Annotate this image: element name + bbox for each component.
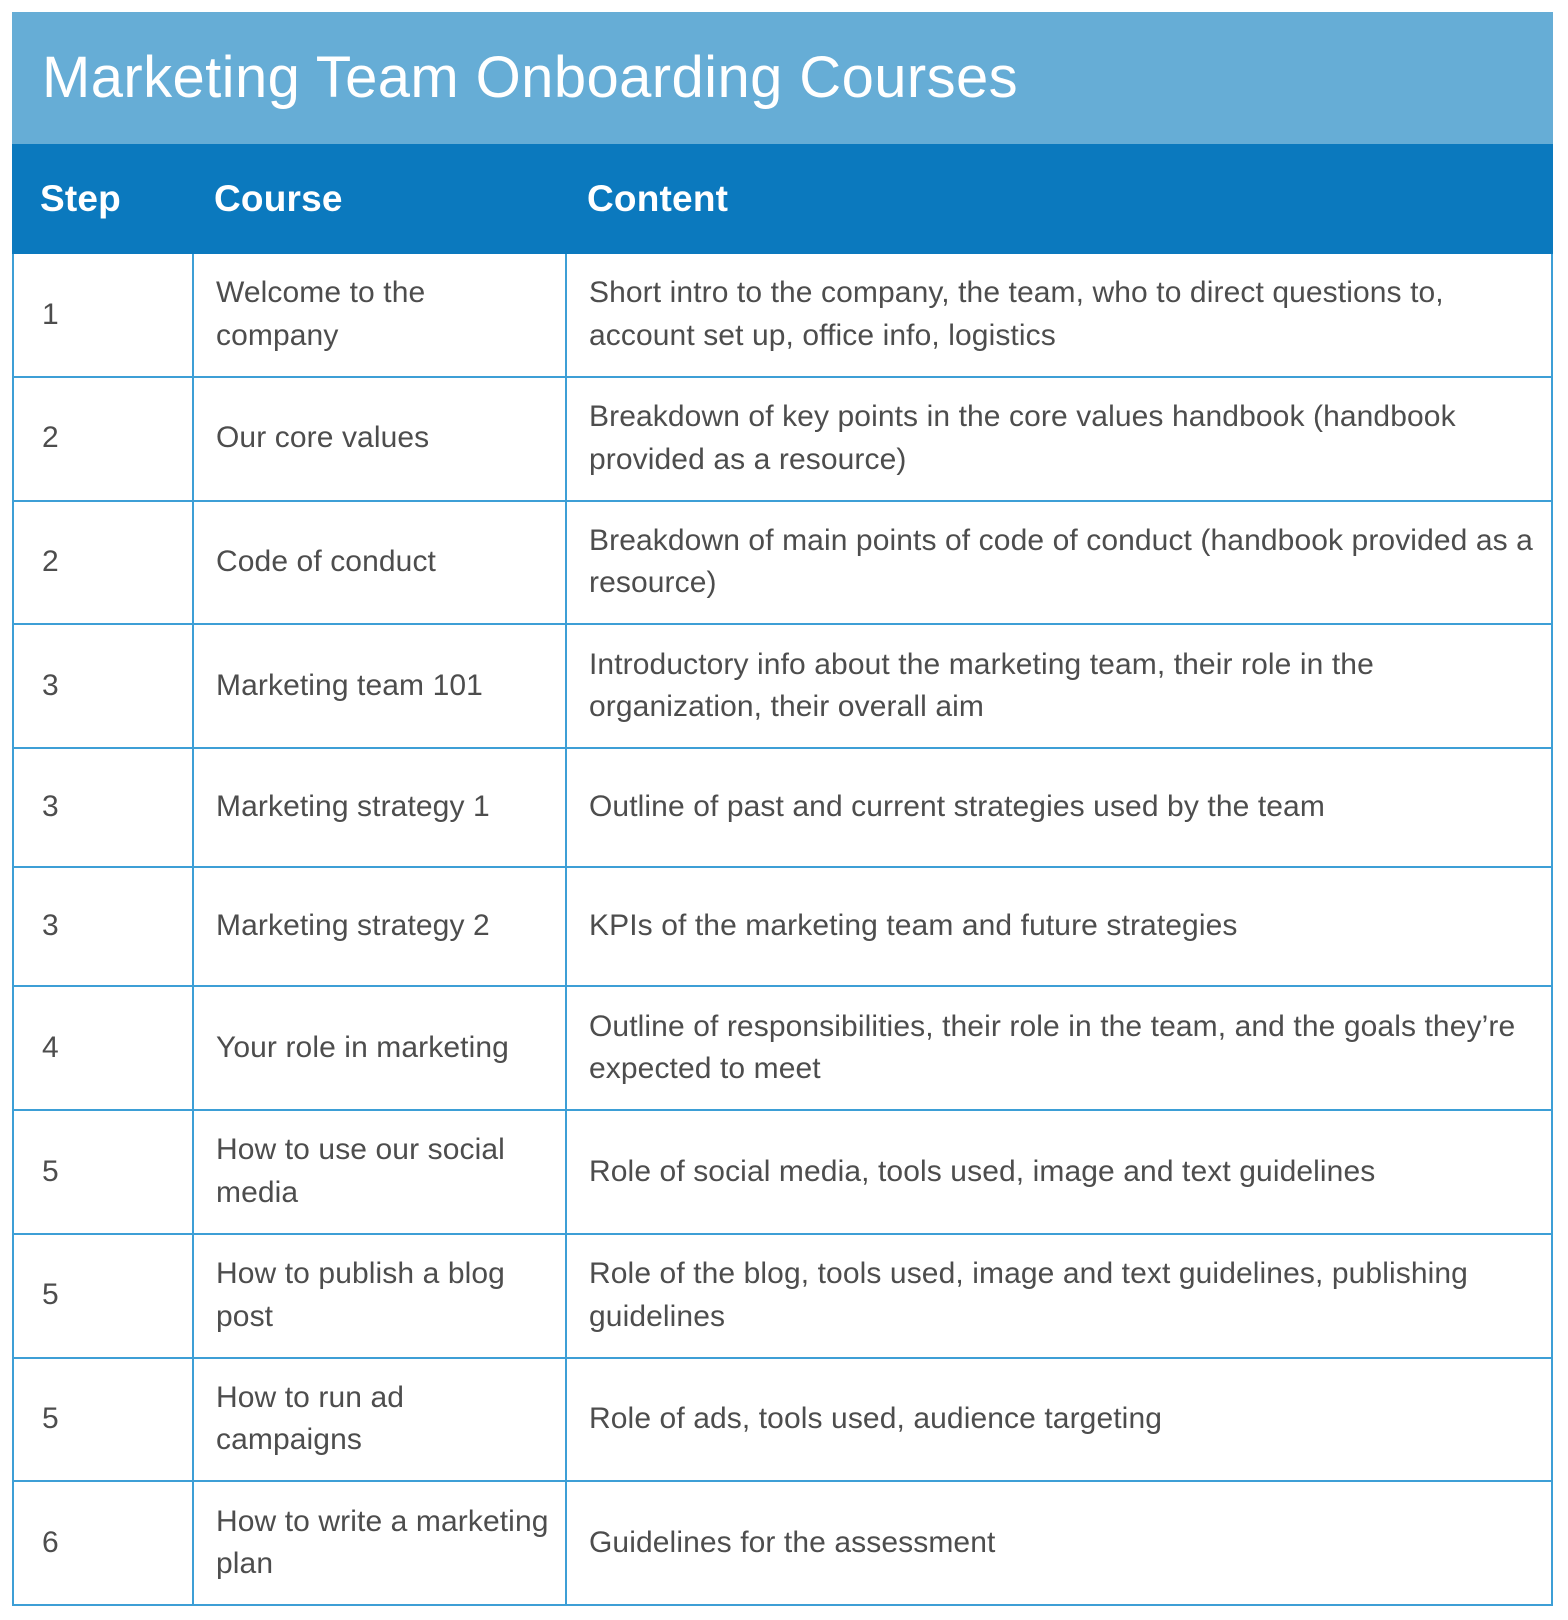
table-body: 1 Welcome to the company Short intro to th… [12, 254, 1553, 1606]
page-title: Marketing Team Onboarding Courses [42, 44, 1019, 110]
cell-course: Welcome to the company [194, 254, 567, 376]
cell-content: Outline of past and current strategies u… [589, 790, 1325, 824]
table-row: 2 Our core values Breakdown of key points … [14, 377, 1551, 502]
cell-content: Guidelines for the assessment [589, 1525, 996, 1559]
cell-step: 2 [14, 377, 194, 500]
cell-step: 2 [14, 501, 194, 624]
cell-course: How to publish a blog post [194, 1234, 567, 1357]
column-header-step: Step [40, 178, 121, 219]
onboarding-courses-table: Marketing Team Onboarding Courses Step C… [12, 12, 1553, 1606]
cell-step: 6 [14, 1482, 194, 1605]
table-row: 3 Marketing strategy 1 Outline of past and… [14, 749, 1551, 869]
cell-course: How to write a marketing plan [194, 1482, 567, 1605]
cell-step: 3 [14, 868, 194, 986]
cell-course: How to run ad campaigns [194, 1358, 567, 1481]
cell-content: Introductory info about the marketing te… [589, 647, 1374, 724]
cell-content: Breakdown of main points of code of cond… [589, 523, 1533, 600]
cell-content: Breakdown of key points in the core valu… [589, 400, 1456, 476]
cell-content: Role of ads, tools used, audience target… [589, 1402, 1163, 1436]
cell-course: Our core values [194, 377, 567, 500]
cell-course: Marketing strategy 1 [194, 749, 567, 867]
cell-course: Marketing strategy 2 [194, 868, 567, 986]
cell-content: Role of the blog, tools used, image and … [589, 1257, 1468, 1333]
cell-content: KPIs of the marketing team and future st… [589, 909, 1238, 943]
table-title-band: Marketing Team Onboarding Courses [12, 12, 1553, 144]
table-row: 4 Your role in marketing Outline of respon… [14, 987, 1551, 1111]
table-row: 1 Welcome to the company Short intro to th… [14, 254, 1551, 378]
cell-course: Code of conduct [194, 501, 567, 624]
cell-content: Short intro to the company, the team, wh… [589, 276, 1444, 352]
table-row: 5 How to use our social media Role of soci… [14, 1110, 1551, 1235]
column-header-content: Content [587, 178, 729, 219]
cell-course: Marketing team 101 [194, 625, 567, 748]
cell-step: 5 [14, 1110, 194, 1233]
table-row: 3 Marketing team 101 Introductory info abo… [14, 625, 1551, 750]
cell-step: 4 [14, 987, 194, 1109]
table-row: 2 Code of conduct Breakdown of main points… [14, 501, 1551, 626]
table-row: 5 How to run ad campaigns Role of ads, too… [14, 1358, 1551, 1483]
table-row: 5 How to publish a blog post Role of the b… [14, 1234, 1551, 1359]
cell-step: 3 [14, 625, 194, 748]
cell-content: Role of social media, tools used, image … [589, 1154, 1376, 1188]
cell-step: 1 [14, 254, 194, 376]
table-row: 6 How to write a marketing plan Guidelines… [14, 1482, 1551, 1605]
page-root: Marketing Team Onboarding Courses Step C… [0, 0, 1568, 1620]
table-header-row: Step Course Content [12, 144, 1553, 254]
cell-step: 3 [14, 749, 194, 867]
cell-course: Your role in marketing [194, 987, 567, 1109]
column-header-course: Course [214, 178, 343, 219]
table-row: 3 Marketing strategy 2 KPIs of the marketi… [14, 868, 1551, 988]
cell-course: How to use our social media [194, 1110, 567, 1233]
cell-step: 5 [14, 1358, 194, 1481]
cell-content: Outline of responsibilities, their role … [589, 1009, 1516, 1086]
cell-step: 5 [14, 1234, 194, 1357]
